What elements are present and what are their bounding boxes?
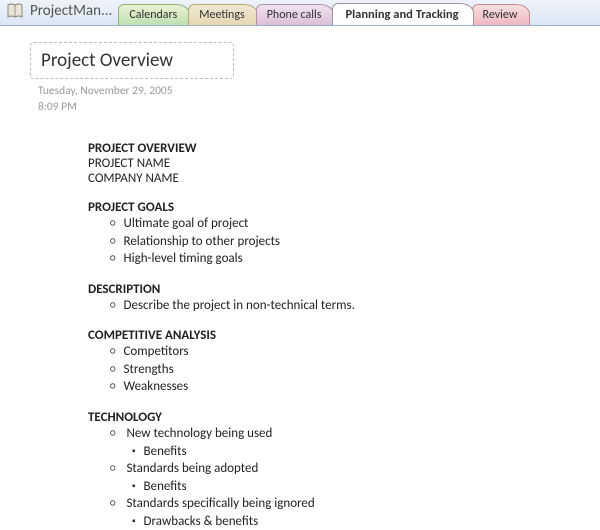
tab-label: Phone calls [267,8,322,22]
tab-review[interactable]: Review [472,4,531,25]
section-goals: PROJECT GOALS Ultimate goal of project R… [88,200,580,268]
tab-phone-calls[interactable]: Phone calls [256,4,335,25]
page-body[interactable]: PROJECT OVERVIEW PROJECT NAME COMPANY NA… [88,141,580,530]
page-title: Project Overview [41,49,173,72]
list-item: Standards specifically being ignored Dra… [110,495,580,530]
heading: TECHNOLOGY [88,410,580,425]
tab-meetings[interactable]: Meetings [188,4,257,25]
item-text: Standards specifically being ignored [126,496,314,511]
list-subitem: Benefits [132,478,580,496]
list-subitem: Drawbacks & benefits [132,513,580,530]
tab-planning-tracking[interactable]: Planning and Tracking [332,3,473,25]
heading: PROJECT GOALS [88,200,580,215]
list-item: Standards being adopted Benefits [110,460,580,495]
tab-label: Review [483,8,518,22]
tab-label: Meetings [199,8,244,22]
section-overview: PROJECT OVERVIEW PROJECT NAME COMPANY NA… [88,141,580,186]
list-item: Strengths [110,361,580,379]
item-text: Standards being adopted [126,461,258,476]
tab-bar: ProjectMan... Calendars Meetings Phone c… [0,0,600,26]
list-subitem: Benefits [132,443,580,461]
section-technology: TECHNOLOGY New technology being used Ben… [88,410,580,530]
page-time: 8:09 PM [38,99,580,115]
notebook-icon [6,3,24,19]
section-competitive: COMPETITIVE ANALYSIS Competitors Strengt… [88,328,580,396]
text-line: COMPANY NAME [88,171,580,186]
list-item: New technology being used Benefits [110,425,580,460]
page-title-container[interactable]: Project Overview [30,42,234,79]
heading: DESCRIPTION [88,282,580,297]
section-description: DESCRIPTION Describe the project in non-… [88,282,580,315]
page-date: Tuesday, November 29, 2005 [38,83,580,99]
tab-label: Calendars [129,8,177,22]
onenote-window: ProjectMan... Calendars Meetings Phone c… [0,0,600,530]
heading: COMPETITIVE ANALYSIS [88,328,580,343]
list-item: Relationship to other projects [110,233,580,251]
list-item: Weaknesses [110,378,580,396]
text-line: PROJECT NAME [88,156,580,171]
list-item: Ultimate goal of project [110,215,580,233]
page-canvas[interactable]: Project Overview Tuesday, November 29, 2… [0,26,600,530]
list-item: Describe the project in non-technical te… [110,297,580,315]
list-item: High-level timing goals [110,250,580,268]
section-name[interactable]: ProjectMan... [30,2,112,20]
heading: PROJECT OVERVIEW [88,141,580,156]
item-text: New technology being used [126,426,272,441]
tab-calendars[interactable]: Calendars [118,4,190,25]
tab-label: Planning and Tracking [345,7,458,22]
list-item: Competitors [110,343,580,361]
